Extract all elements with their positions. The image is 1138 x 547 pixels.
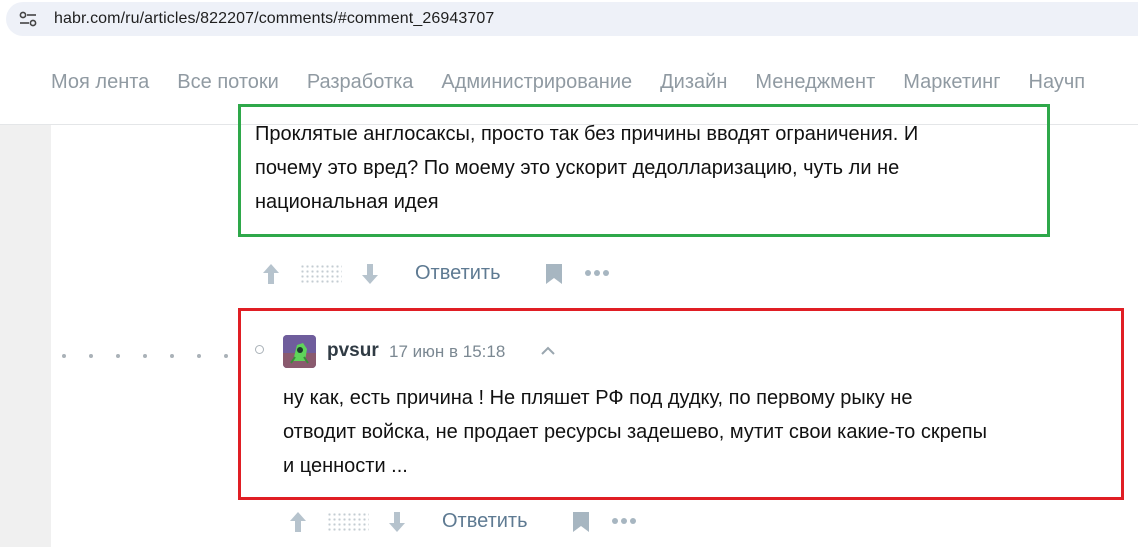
reply-button[interactable]: Ответить bbox=[442, 510, 528, 533]
more-icon[interactable] bbox=[584, 269, 610, 277]
rating-score bbox=[300, 264, 342, 284]
bookmark-icon[interactable] bbox=[572, 511, 590, 533]
comment-line: и ценности ... bbox=[283, 455, 408, 477]
reply-button[interactable]: Ответить bbox=[415, 262, 501, 285]
rating-score bbox=[327, 512, 369, 532]
avatar[interactable] bbox=[283, 335, 316, 368]
downvote-icon[interactable] bbox=[361, 263, 379, 285]
tune-icon[interactable] bbox=[18, 10, 38, 28]
comment-actions: Ответить bbox=[0, 259, 700, 289]
nav-item-management[interactable]: Менеджмент bbox=[755, 71, 875, 94]
avatar-image bbox=[283, 335, 316, 368]
url-field[interactable]: habr.com/ru/articles/822207/comments/#co… bbox=[6, 2, 1138, 36]
comment-line: ну как, есть причина ! Не пляшет РФ под … bbox=[283, 387, 913, 409]
nav-item-design[interactable]: Дизайн bbox=[660, 71, 727, 94]
comment-author[interactable]: pvsur bbox=[327, 340, 379, 362]
browser-address-bar: habr.com/ru/articles/822207/comments/#co… bbox=[0, 0, 1138, 40]
comment-line: почему это вред? По моему это ускорит де… bbox=[255, 157, 900, 179]
more-icon[interactable] bbox=[611, 517, 637, 525]
nav-item-administration[interactable]: Администрирование bbox=[441, 71, 632, 94]
upvote-icon[interactable] bbox=[262, 263, 280, 285]
collapse-icon[interactable] bbox=[540, 344, 556, 356]
comment-line: отводит войска, не продает ресурсы задеш… bbox=[283, 421, 988, 443]
thread-connector bbox=[62, 345, 251, 363]
comment-timestamp[interactable]: 17 июн в 15:18 bbox=[389, 342, 505, 362]
nav-item-all-streams[interactable]: Все потоки bbox=[177, 71, 279, 94]
url-text: habr.com/ru/articles/822207/comments/#co… bbox=[54, 10, 495, 27]
nav-item-marketing[interactable]: Маркетинг bbox=[903, 71, 1000, 94]
nav-item-development[interactable]: Разработка bbox=[307, 71, 414, 94]
comment-line: национальная идея bbox=[255, 191, 439, 213]
bookmark-icon[interactable] bbox=[545, 263, 563, 285]
comment-body: ну как, есть причина ! Не пляшет РФ под … bbox=[283, 381, 987, 483]
nav-item-science[interactable]: Научп bbox=[1029, 71, 1086, 94]
nav-item-my-feed[interactable]: Моя лента bbox=[51, 71, 149, 94]
downvote-icon[interactable] bbox=[388, 511, 406, 533]
comment-line: Проклятые англосаксы, просто так без при… bbox=[255, 123, 919, 145]
comment-actions: Ответить bbox=[0, 507, 700, 537]
comment-body: Проклятые англосаксы, просто так без при… bbox=[255, 117, 918, 219]
upvote-icon[interactable] bbox=[289, 511, 307, 533]
